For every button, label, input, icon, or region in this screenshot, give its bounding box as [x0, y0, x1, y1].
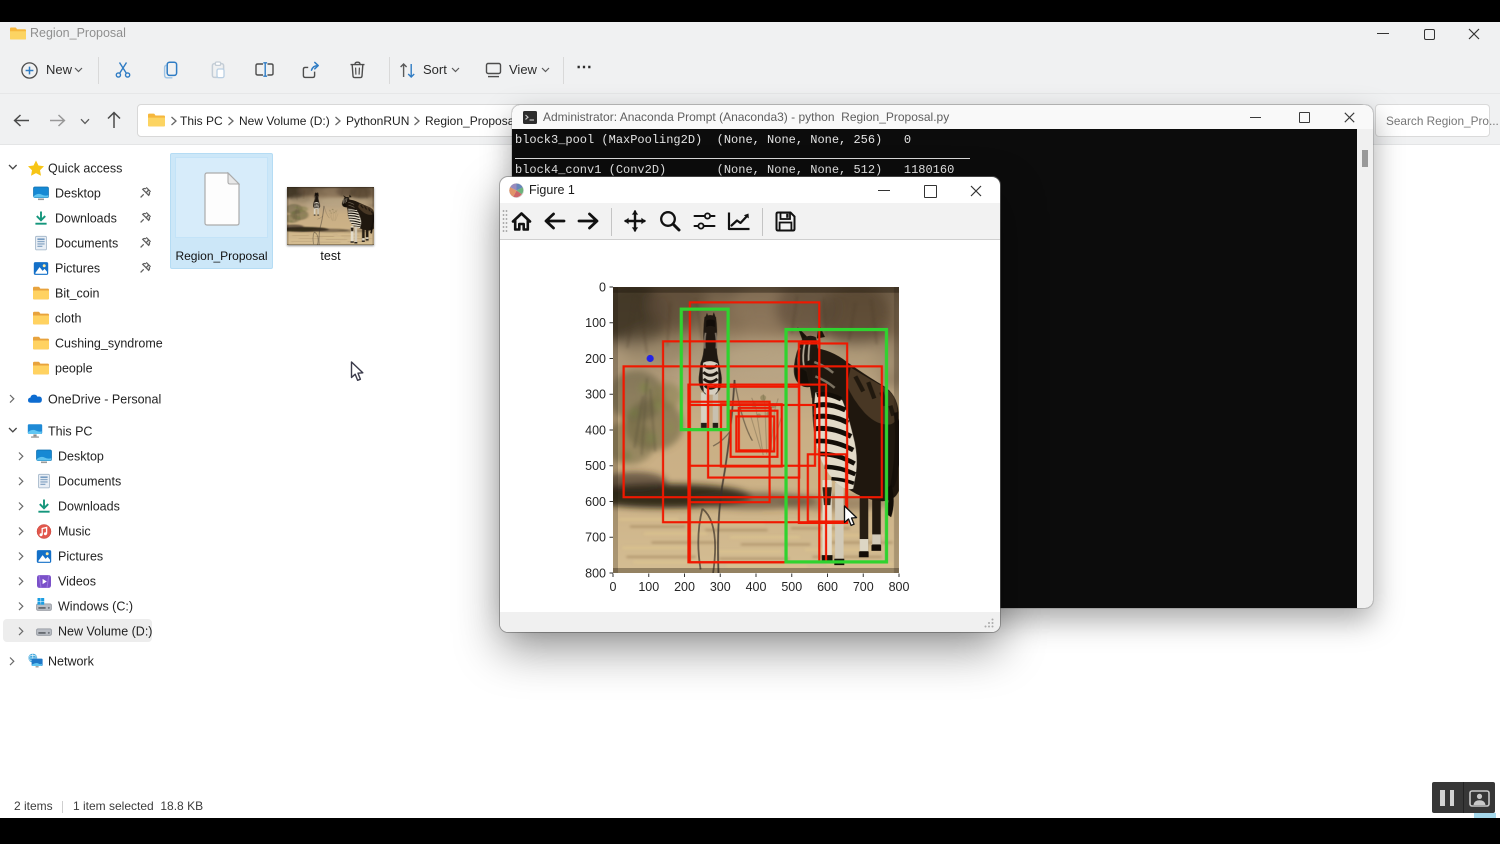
svg-text:cloth: cloth [55, 312, 81, 326]
svg-text:Desktop: Desktop [55, 187, 101, 201]
svg-text:400: 400 [585, 424, 606, 438]
svg-text:Quick access: Quick access [48, 162, 122, 176]
svg-text:800: 800 [585, 567, 606, 581]
svg-text:300: 300 [585, 388, 606, 402]
svg-text:300: 300 [710, 580, 731, 594]
svg-text:Desktop: Desktop [58, 450, 104, 464]
svg-text:people: people [55, 362, 93, 376]
svg-text:700: 700 [853, 580, 874, 594]
svg-text:Downloads: Downloads [58, 500, 120, 514]
svg-text:400: 400 [746, 580, 767, 594]
svg-text:Bit_coin: Bit_coin [55, 287, 100, 301]
svg-text:200: 200 [585, 352, 606, 366]
svg-text:200: 200 [674, 580, 695, 594]
svg-text:500: 500 [781, 580, 802, 594]
svg-text:100: 100 [638, 580, 659, 594]
svg-text:500: 500 [585, 459, 606, 473]
svg-text:Documents: Documents [55, 237, 118, 251]
svg-text:600: 600 [585, 495, 606, 509]
svg-text:0: 0 [610, 580, 617, 594]
svg-text:Network: Network [48, 655, 95, 669]
svg-text:800: 800 [889, 580, 910, 594]
svg-text:Documents: Documents [58, 475, 121, 489]
svg-text:Videos: Videos [58, 575, 96, 589]
svg-text:New Volume (D:): New Volume (D:) [58, 625, 152, 639]
svg-text:Downloads: Downloads [55, 212, 117, 226]
svg-text:100: 100 [585, 316, 606, 330]
svg-text:OneDrive - Personal: OneDrive - Personal [48, 393, 161, 407]
svg-text:Windows (C:): Windows (C:) [58, 600, 133, 614]
svg-text:700: 700 [585, 531, 606, 545]
svg-text:Pictures: Pictures [55, 262, 100, 276]
svg-text:Music: Music [58, 525, 91, 539]
svg-text:0: 0 [599, 281, 606, 295]
svg-text:Pictures: Pictures [58, 550, 103, 564]
svg-text:600: 600 [817, 580, 838, 594]
svg-text:This PC: This PC [48, 425, 92, 439]
svg-text:Cushing_syndrome: Cushing_syndrome [55, 337, 163, 351]
